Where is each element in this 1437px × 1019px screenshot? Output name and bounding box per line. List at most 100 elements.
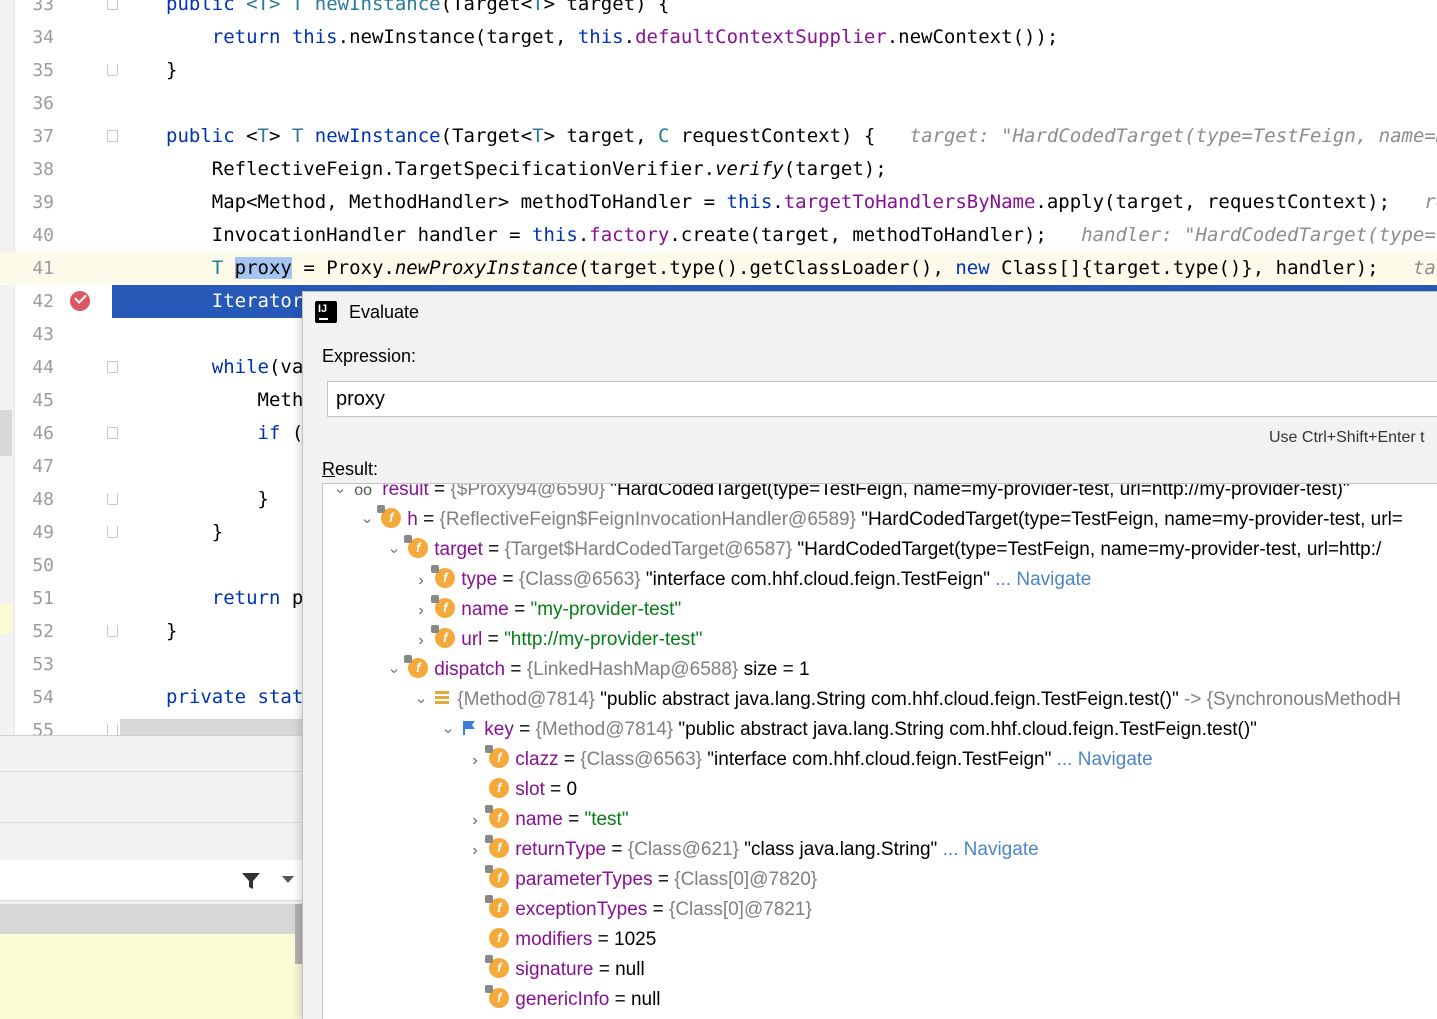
fold-marker-icon[interactable]: [107, 361, 118, 373]
line-number: 39: [32, 192, 54, 213]
line-number: 41: [32, 258, 54, 279]
code-line[interactable]: 34 return this.newInstance(target, this.…: [0, 21, 1437, 54]
line-number: 50: [32, 555, 54, 576]
code-line[interactable]: 41 T proxy = Proxy.newProxyInstance(targ…: [0, 252, 1437, 285]
horizontal-scrollbar[interactable]: [120, 719, 302, 735]
tree-node[interactable]: › f returnType = {Class@621} "class java.…: [466, 834, 1039, 866]
field-value: "interface com.hhf.cloud.feign.TestFeign…: [707, 749, 1052, 770]
code-text: }: [166, 488, 269, 510]
line-number: 49: [32, 522, 54, 543]
navigate-link[interactable]: ... Navigate: [995, 569, 1091, 590]
tree-node[interactable]: › f name = "test": [466, 804, 629, 836]
frames-header-row: [0, 904, 302, 934]
tree-node[interactable]: f slot = 0: [466, 775, 577, 805]
field-value: "interface com.hhf.cloud.feign.TestFeign…: [645, 569, 990, 590]
field-value: "HardCodedTarget(type=TestFeign, name=my…: [797, 539, 1382, 560]
tree-node[interactable]: f modifiers = 1025: [466, 925, 656, 955]
breakpoint-icon[interactable]: [70, 291, 90, 311]
code-text: Metho: [166, 389, 315, 411]
expand-arrow-icon[interactable]: ›: [466, 806, 484, 836]
tree-node[interactable]: › key = {Method@7814} "public abstract j…: [439, 715, 1257, 745]
collapse-arrow-icon[interactable]: ›: [352, 512, 382, 530]
expand-arrow-icon[interactable]: ›: [412, 626, 430, 656]
chevron-down-icon[interactable]: [282, 876, 294, 883]
expand-arrow-icon[interactable]: ›: [466, 746, 484, 776]
tree-node[interactable]: › fh = {ReflectiveFeign$FeignInvocationH…: [358, 504, 1403, 535]
code-line[interactable]: 33Ipublic <T> T newInstance(Target<T> ta…: [0, 0, 1437, 21]
tree-node[interactable]: › f name = "my-provider-test": [412, 594, 682, 626]
result-label: Result:: [322, 459, 379, 479]
collapse-arrow-icon[interactable]: ›: [406, 692, 436, 710]
tree-node[interactable]: › f target = {Target$HardCodedTarget@6587…: [385, 534, 1382, 565]
tree-node[interactable]: › f type = {Class@6563} "interface com.hh…: [412, 564, 1091, 596]
line-number: 42: [32, 291, 54, 312]
field-name: name: [461, 599, 509, 620]
code-text: Iterator: [166, 290, 304, 312]
fold-marker-icon[interactable]: [107, 625, 118, 637]
code-text: (: [166, 455, 315, 477]
selected-frame-row[interactable]: [0, 934, 302, 1019]
navigate-link[interactable]: ... Navigate: [943, 839, 1039, 860]
expand-arrow-icon[interactable]: ›: [412, 596, 430, 626]
debug-panel-toolbar: [0, 860, 302, 901]
line-number: 55: [32, 720, 54, 735]
fold-marker-icon[interactable]: [107, 526, 118, 538]
tree-node[interactable]: › f clazz = {Class@6563} "interface com.h…: [466, 744, 1153, 776]
code-text: return pr: [211, 587, 315, 609]
dialog-titlebar[interactable]: IJ Evaluate: [303, 292, 1437, 332]
collapse-arrow-icon[interactable]: ›: [379, 542, 409, 560]
collapse-arrow-icon[interactable]: ›: [433, 722, 463, 740]
tree-node[interactable]: › {Method@7814} "public abstract java.la…: [412, 685, 1401, 715]
field-value: "my-provider-test": [530, 599, 682, 620]
field-name: exceptionTypes: [515, 899, 648, 920]
field-name: type: [461, 569, 498, 590]
field-icon: f: [485, 984, 510, 1008]
field-value: -> {SynchronousMethodH: [1183, 689, 1402, 710]
code-line[interactable]: 36: [0, 87, 1437, 120]
field-type: {Method@7814}: [457, 689, 595, 710]
line-number: 53: [32, 654, 54, 675]
expand-arrow-icon[interactable]: ›: [412, 566, 430, 596]
tree-node[interactable]: f signature = null: [466, 954, 645, 985]
field-icon: f: [485, 834, 510, 858]
field-type: {Class[0]@7820}: [674, 869, 818, 890]
expand-arrow-icon[interactable]: ›: [466, 836, 484, 866]
code-line[interactable]: 38 ReflectiveFeign.TargetSpecificationVe…: [0, 153, 1437, 186]
fold-marker-icon[interactable]: [107, 64, 118, 76]
watch-result-icon: oo: [354, 483, 373, 499]
line-number: 43: [32, 324, 54, 345]
field-value: null: [630, 989, 661, 1010]
line-number: 46: [32, 423, 54, 444]
scrollbar[interactable]: [295, 904, 302, 964]
field-value: "public abstract java.lang.String com.hh…: [600, 689, 1179, 710]
expression-input[interactable]: proxy: [327, 381, 1437, 417]
debug-panel: [0, 735, 302, 1019]
code-text: return this.newInstance(target, this.def…: [211, 26, 1059, 48]
code-line[interactable]: 40 InvocationHandler handler = this.fact…: [0, 219, 1437, 252]
line-number: 33: [32, 0, 54, 15]
tree-node[interactable]: › f dispatch = {LinkedHashMap@6588} size …: [385, 654, 810, 685]
filter-icon[interactable]: [241, 872, 261, 890]
collapse-arrow-icon[interactable]: ›: [379, 662, 409, 680]
code-line[interactable]: 39 Map<Method, MethodHandler> methodToHa…: [0, 186, 1437, 219]
tree-node[interactable]: › oo result = {$Proxy94@6590} "HardCodedT…: [331, 483, 1350, 505]
result-tree[interactable]: › oo result = {$Proxy94@6590} "HardCodedT…: [322, 483, 1437, 1019]
line-number: 37: [32, 126, 54, 147]
code-line[interactable]: 37 public <T> T newInstance(Target<T> tar…: [0, 120, 1437, 153]
code-text: T proxy = Proxy.newProxyInstance(target.…: [211, 257, 1437, 279]
field-icon: f: [485, 744, 510, 768]
line-number: 34: [32, 27, 54, 48]
tree-node[interactable]: f parameterTypes = {Class[0]@7820}: [466, 864, 818, 895]
field-value: "test": [584, 809, 629, 830]
tree-node[interactable]: f genericInfo = null: [466, 984, 661, 1015]
fold-marker-icon[interactable]: [107, 130, 118, 142]
fold-marker-icon[interactable]: [107, 724, 118, 735]
tree-node[interactable]: f exceptionTypes = {Class[0]@7821}: [466, 894, 812, 925]
navigate-link[interactable]: ... Navigate: [1057, 749, 1153, 770]
collapse-arrow-icon[interactable]: ›: [325, 484, 355, 500]
fold-marker-icon[interactable]: [107, 493, 118, 505]
fold-marker-icon[interactable]: [107, 427, 118, 439]
code-line[interactable]: 35}: [0, 54, 1437, 87]
fold-marker-icon[interactable]: [107, 0, 118, 10]
tree-node[interactable]: › f url = "http://my-provider-test": [412, 624, 702, 656]
